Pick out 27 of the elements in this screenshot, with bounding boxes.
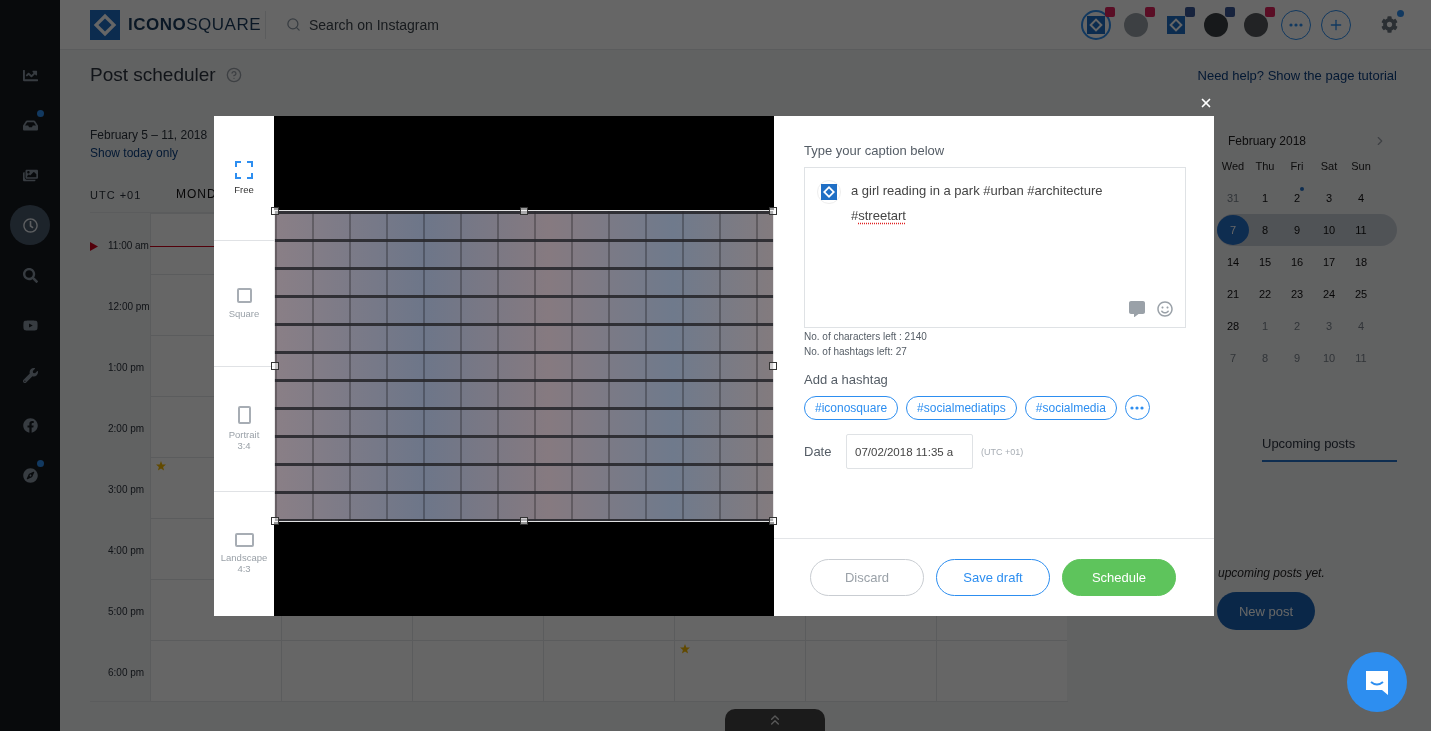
date-label: Date — [804, 444, 833, 459]
time-label: 4:00 pm — [108, 545, 145, 556]
time-label: 11:00 am — [108, 240, 149, 251]
page-title: Post scheduler — [90, 64, 216, 86]
time-label: 3:00 pm — [108, 484, 145, 495]
time-label: 6:00 pm — [108, 667, 145, 678]
weekday-label: Sat — [1319, 160, 1339, 172]
time-label: 2:00 pm — [108, 423, 145, 434]
time-label: 1:00 pm — [108, 362, 145, 373]
day-header: MOND — [176, 187, 217, 201]
weekday-label: Thu — [1254, 160, 1276, 172]
weekday-label: Wed — [1220, 160, 1246, 172]
time-label: 12:00 pm — [108, 301, 150, 312]
characters-left: No. of characters left : 2140 — [804, 330, 928, 344]
logo-text: ICONOSQUARE — [128, 14, 262, 35]
weekday-label: Fri — [1289, 160, 1305, 172]
timezone-label: UTC +01 — [90, 189, 142, 201]
date-range: February 5 – 11, 2018 — [90, 128, 208, 142]
hashtag-label: Add a hashtag — [804, 372, 889, 387]
weekday-label: Sun — [1350, 160, 1372, 172]
time-label: 5:00 pm — [108, 606, 145, 617]
timezone-note: (UTC +01) — [981, 446, 1024, 457]
caption-label: Type your caption below — [804, 143, 946, 158]
caption-text: a girl reading in a park #urban #architecture #streetart — [851, 182, 1104, 225]
empty-message: upcoming posts yet. — [1218, 566, 1326, 580]
month-title: February 2018 — [1228, 134, 1307, 148]
hashtags-left: No. of hashtags left: 27 — [804, 345, 908, 359]
